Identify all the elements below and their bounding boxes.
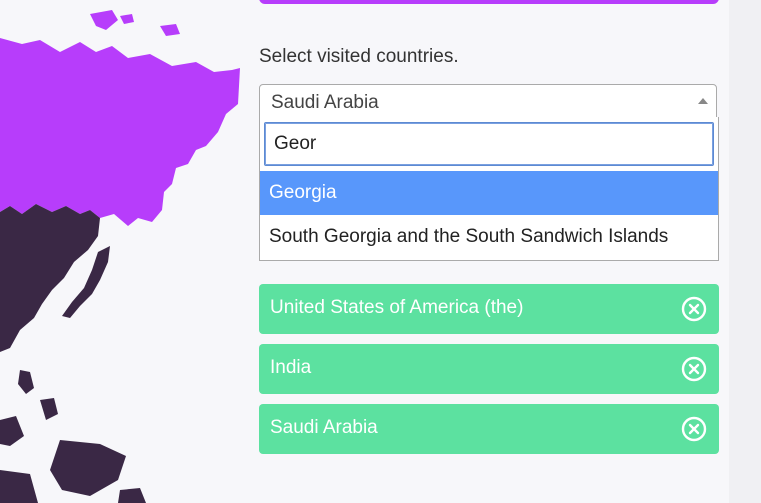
chip-label: India xyxy=(270,357,312,378)
country-select[interactable]: Saudi Arabia xyxy=(259,84,717,118)
chip-india: India xyxy=(259,344,719,394)
circle-x-icon[interactable] xyxy=(681,296,707,322)
top-accent-bar xyxy=(259,0,719,4)
map-region-dark[interactable] xyxy=(0,204,100,352)
search-input[interactable] xyxy=(264,122,714,166)
option-south-georgia[interactable]: South Georgia and the South Sandwich Isl… xyxy=(260,215,718,259)
map-region-island xyxy=(120,14,134,24)
chip-saudi-arabia: Saudi Arabia xyxy=(259,404,719,454)
map-region-island xyxy=(160,24,180,36)
circle-x-icon[interactable] xyxy=(681,356,707,382)
select-current-value: Saudi Arabia xyxy=(271,92,379,113)
map-region-island xyxy=(90,10,118,30)
select-dropdown: Georgia South Georgia and the South Sand… xyxy=(259,117,719,261)
map-svg xyxy=(0,10,240,503)
world-map[interactable] xyxy=(0,0,240,503)
circle-x-icon[interactable] xyxy=(681,416,707,442)
map-region-visited[interactable] xyxy=(0,38,240,226)
caret-up-icon[interactable] xyxy=(698,98,708,104)
chip-label: Saudi Arabia xyxy=(270,417,378,438)
option-georgia[interactable]: Georgia xyxy=(260,171,718,215)
chip-united-states: United States of America (the) xyxy=(259,284,719,334)
chip-label: United States of America (the) xyxy=(270,297,524,318)
countries-label: Select visited countries. xyxy=(259,46,459,67)
map-region-islands xyxy=(0,370,146,503)
right-gutter xyxy=(729,0,761,503)
